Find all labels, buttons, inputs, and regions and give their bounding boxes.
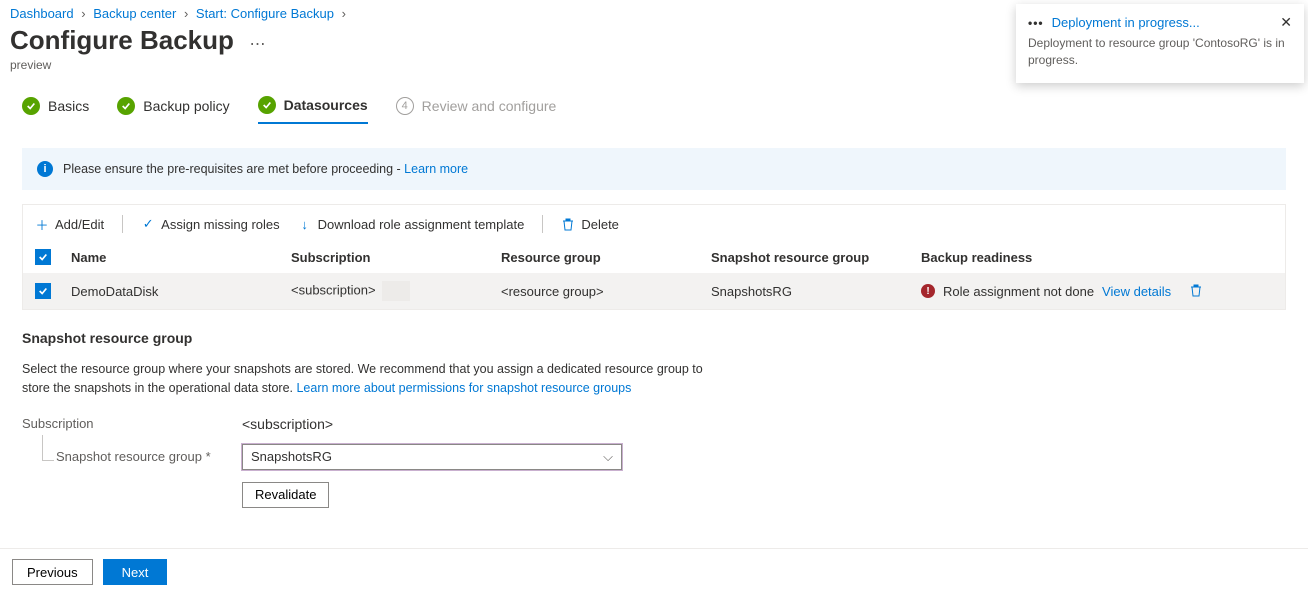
step-number: 4: [396, 97, 414, 115]
cell-resource-group: <resource group>: [501, 284, 604, 299]
step-backup-policy[interactable]: Backup policy: [117, 96, 229, 124]
toast-title[interactable]: Deployment in progress...: [1052, 15, 1200, 30]
error-icon: !: [921, 284, 935, 298]
toolbar-label: Download role assignment template: [318, 217, 525, 232]
col-backup-readiness[interactable]: Backup readiness: [921, 250, 1273, 265]
label-snapshot-rg: Snapshot resource group *: [56, 449, 242, 464]
download-template-button[interactable]: ↓ Download role assignment template: [298, 217, 525, 232]
col-name[interactable]: Name: [71, 250, 291, 265]
view-details-link[interactable]: View details: [1102, 284, 1171, 299]
col-subscription[interactable]: Subscription: [291, 250, 501, 265]
cell-name: DemoDataDisk: [71, 284, 291, 299]
info-learnmore-link[interactable]: Learn more: [404, 162, 468, 176]
chevron-right-icon: ›: [184, 6, 188, 21]
label-subscription: Subscription: [22, 416, 242, 431]
section-learnmore-link[interactable]: Learn more about permissions for snapsho…: [296, 381, 631, 395]
crumb-dashboard[interactable]: Dashboard: [10, 6, 74, 21]
info-text: Please ensure the pre-requisites are met…: [63, 162, 404, 176]
step-datasources[interactable]: Datasources: [258, 96, 368, 124]
check-circle-icon: [117, 97, 135, 115]
datasource-panel: ＋ Add/Edit ✓ Assign missing roles ↓ Down…: [22, 204, 1286, 310]
close-icon[interactable]: ✕: [1280, 14, 1292, 31]
wizard-footer: Previous Next: [0, 548, 1308, 595]
next-button[interactable]: Next: [103, 559, 168, 585]
revalidate-button[interactable]: Revalidate: [242, 482, 329, 508]
check-circle-icon: [258, 96, 276, 114]
check-circle-icon: [22, 97, 40, 115]
page-title: Configure Backup: [10, 25, 234, 56]
check-icon: ✓: [141, 217, 155, 231]
step-review[interactable]: 4 Review and configure: [396, 96, 557, 124]
select-value: SnapshotsRG: [251, 449, 332, 464]
value-subscription: <subscription>: [242, 416, 333, 432]
toolbar-label: Add/Edit: [55, 217, 104, 232]
crumb-backup-center[interactable]: Backup center: [93, 6, 176, 21]
snapshot-rg-section: Snapshot resource group Select the resou…: [22, 330, 722, 508]
redacted-box: [382, 281, 410, 301]
step-label: Datasources: [284, 97, 368, 113]
progress-icon: •••: [1028, 16, 1044, 30]
toolbar-label: Assign missing roles: [161, 217, 280, 232]
row-delete-icon[interactable]: [1189, 283, 1203, 300]
chevron-right-icon: ›: [81, 6, 85, 21]
row-checkbox[interactable]: [35, 283, 51, 299]
toolbar-label: Delete: [581, 217, 619, 232]
grid-header: Name Subscription Resource group Snapsho…: [23, 243, 1285, 273]
delete-button[interactable]: Delete: [561, 217, 619, 232]
step-label: Basics: [48, 98, 89, 114]
separator: [122, 215, 123, 233]
snapshot-rg-select[interactable]: SnapshotsRG ⌵: [242, 444, 622, 470]
trash-icon: [561, 217, 575, 231]
col-resource-group[interactable]: Resource group: [501, 250, 711, 265]
datasource-toolbar: ＋ Add/Edit ✓ Assign missing roles ↓ Down…: [23, 205, 1285, 243]
plus-icon: ＋: [35, 217, 49, 231]
cell-snapshot-rg: SnapshotsRG: [711, 284, 921, 299]
previous-button[interactable]: Previous: [12, 559, 93, 585]
step-basics[interactable]: Basics: [22, 96, 89, 124]
chevron-right-icon: ›: [342, 6, 346, 21]
select-all-checkbox[interactable]: [35, 249, 51, 265]
more-icon[interactable]: ⋯: [250, 36, 266, 53]
info-icon: i: [37, 161, 53, 177]
add-edit-button[interactable]: ＋ Add/Edit: [35, 217, 104, 232]
table-row[interactable]: DemoDataDisk <subscription> <resource gr…: [23, 273, 1285, 309]
crumb-start-configure[interactable]: Start: Configure Backup: [196, 6, 334, 21]
cell-readiness: Role assignment not done: [943, 284, 1094, 299]
info-banner: i Please ensure the pre-requisites are m…: [22, 148, 1286, 190]
step-label: Backup policy: [143, 98, 229, 114]
notification-toast: ••• Deployment in progress... ✕ Deployme…: [1016, 4, 1304, 83]
toast-body: Deployment to resource group 'ContosoRG'…: [1028, 35, 1292, 69]
section-title: Snapshot resource group: [22, 330, 722, 346]
download-icon: ↓: [298, 217, 312, 231]
step-label: Review and configure: [422, 98, 557, 114]
col-snapshot-rg[interactable]: Snapshot resource group: [711, 250, 921, 265]
chevron-down-icon: ⌵: [603, 449, 613, 465]
separator: [542, 215, 543, 233]
assign-roles-button[interactable]: ✓ Assign missing roles: [141, 217, 280, 232]
tree-connector-icon: [42, 435, 54, 461]
cell-subscription: <subscription>: [291, 282, 376, 297]
